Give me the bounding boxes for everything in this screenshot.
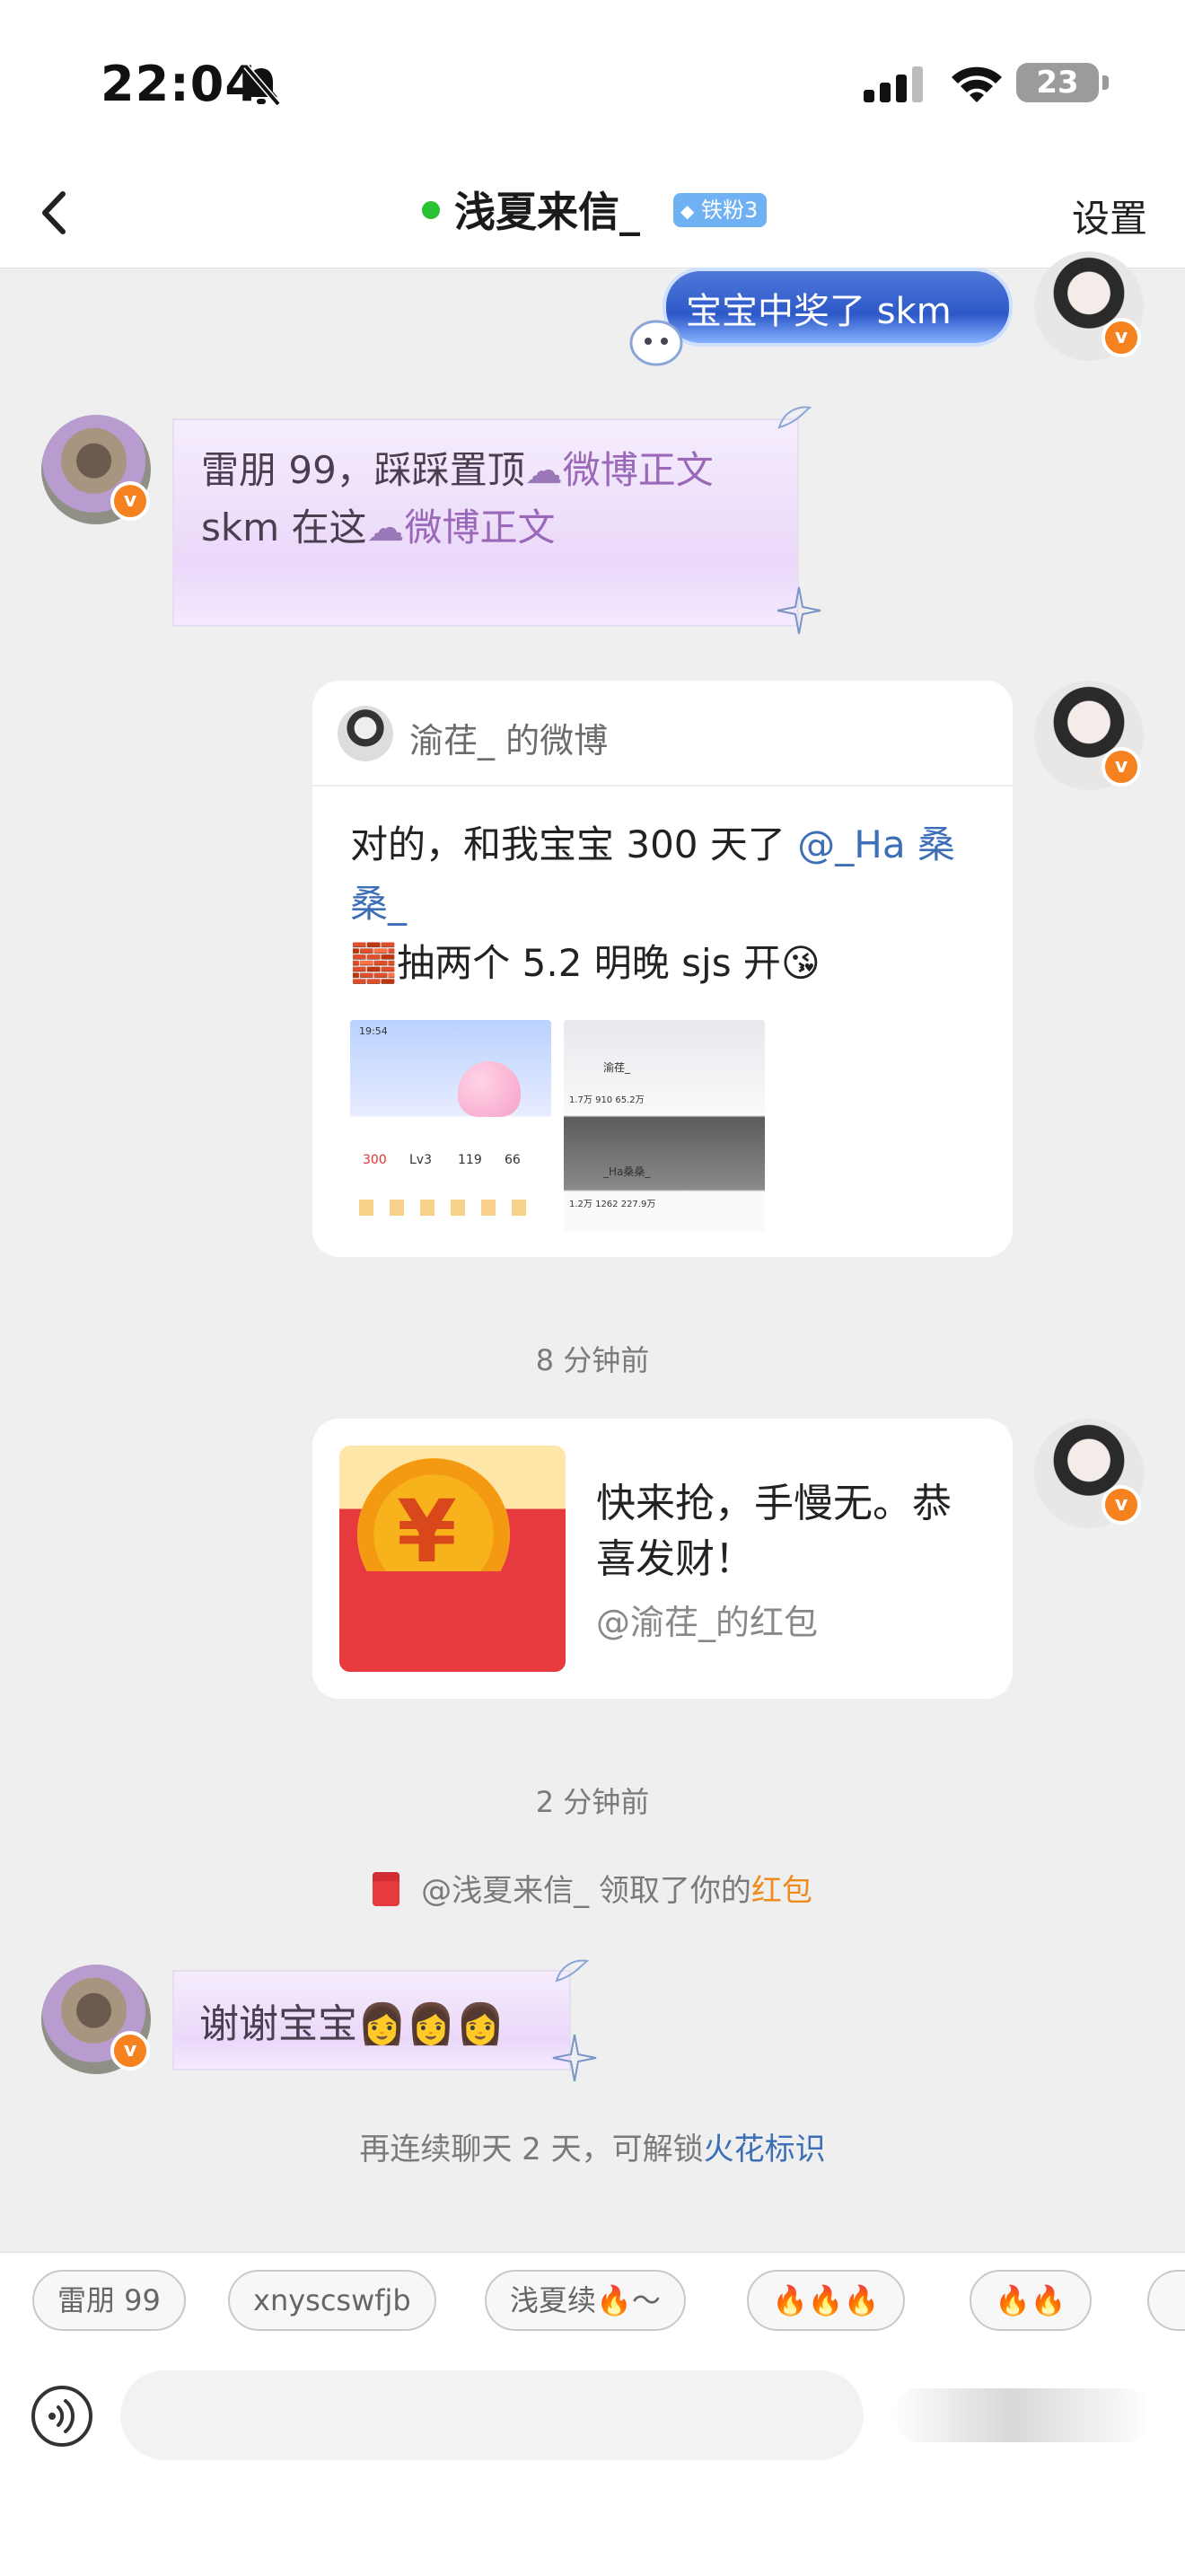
weibo-share-card[interactable]: 渝荏_ 的微博 对的，和我宝宝 300 天了 @_Ha 桑桑_ 🧱抽两个 5.2… <box>312 681 1013 1257</box>
status-time: 22:04 <box>101 56 259 112</box>
sparkle-sticker-icon <box>777 586 821 635</box>
weibo-post-link[interactable]: 微博正文 <box>563 448 714 492</box>
girl-emoji-icon: 👩 <box>406 2001 456 2047</box>
contact-name[interactable]: 浅夏来信_ <box>454 180 640 239</box>
message-input[interactable] <box>120 2370 864 2460</box>
angel-wing-sticker-icon <box>555 1959 589 1983</box>
sent-message-text: 宝宝中奖了 skm <box>686 291 952 332</box>
red-packet-card[interactable]: ¥ 快来抢，手慢无。恭喜发财！ @渝荏_的红包 <box>312 1419 1013 1699</box>
diamond-icon: ◆ <box>680 200 695 222</box>
message-text: 雷朋 99，踩踩置顶 <box>201 448 525 492</box>
wifi-icon <box>952 66 1002 102</box>
cellular-signal-icon <box>864 66 923 102</box>
brick-emoji-icon: 🧱 <box>350 941 398 985</box>
thumb-stats: 1.7万 910 65.2万 <box>569 1095 645 1105</box>
verified-badge: v <box>1102 747 1141 787</box>
red-packet-notice: @浅夏来信_ 领取了你的红包 <box>0 1866 1185 1910</box>
sent-message-bubble[interactable]: 宝宝中奖了 skm <box>666 271 1009 343</box>
message-line: 雷朋 99，踩踩置顶☁微博正文 <box>201 440 714 495</box>
verified-badge: v <box>110 481 150 521</box>
thumb-name: 渝荏_ <box>603 1061 631 1074</box>
thumb-stats: 1.2万 1262 227.9万 <box>569 1200 656 1209</box>
kiss-emoji-icon: 😘 <box>780 941 821 985</box>
thumb-name: _Ha桑桑_ <box>603 1165 651 1178</box>
thumb-time: 19:54 <box>359 1025 388 1037</box>
quick-reply-chip[interactable]: 雷朋 99 <box>32 2270 186 2331</box>
received-message-bubble[interactable]: 谢谢宝宝👩👩👩 <box>172 1970 571 2070</box>
red-envelope-small-icon <box>373 1872 400 1906</box>
red-packet-sender: @渝荏_的红包 <box>596 1603 819 1642</box>
quick-reply-chip[interactable]: xnyscswfjb <box>228 2270 436 2331</box>
battery-tip <box>1102 75 1109 90</box>
card-divider <box>312 785 1013 787</box>
girl-emoji-icon: 👩 <box>357 2001 407 2047</box>
message-line: 谢谢宝宝👩👩👩 <box>199 1991 505 2049</box>
quick-reply-chip[interactable]: 🔥🔥 <box>970 2270 1092 2331</box>
weibo-text-line: 🧱抽两个 5.2 明晚 sjs 开😘 <box>350 934 821 993</box>
thumb-icon-row <box>359 1200 542 1216</box>
fan-level-badge: ◆ 铁粉3 <box>673 193 768 227</box>
quick-reply-chip[interactable]: 🔥🔥🔥 <box>747 2270 905 2331</box>
spark-hint-text: 再连续聊天 2 天，可解锁 <box>359 2132 704 2167</box>
verified-badge: v <box>1102 1485 1141 1525</box>
chevron-left-icon[interactable] <box>23 180 90 246</box>
angel-wing-sticker-icon <box>777 406 812 429</box>
weibo-text-main: 对的，和我宝宝 300 天了 <box>350 822 786 866</box>
ghost-sticker-icon <box>629 320 683 366</box>
cloud-link-icon: ☁ <box>524 448 563 492</box>
bell-slash-icon <box>243 64 281 107</box>
thumb-stat: 119 <box>458 1153 482 1167</box>
sparkle-sticker-icon <box>552 2034 597 2082</box>
message-text: skm 在这 <box>201 506 367 549</box>
timestamp: 8 分钟前 <box>535 1343 650 1377</box>
online-status-dot <box>422 201 440 219</box>
red-packet-link[interactable]: 红包 <box>751 1873 812 1909</box>
received-message-bubble[interactable]: 雷朋 99，踩踩置顶☁微博正文 skm 在这☁微博正文 <box>172 418 799 627</box>
red-envelope-icon: ¥ <box>339 1446 566 1672</box>
girl-emoji-icon: 👩 <box>455 2001 505 2047</box>
notice-text: @浅夏来信_ 领取了你的 <box>421 1873 751 1909</box>
cloud-link-icon: ☁ <box>366 506 405 549</box>
spark-hint: 再连续聊天 2 天，可解锁火花标识 <box>0 2124 1185 2168</box>
author-avatar <box>338 706 393 761</box>
verified-badge: v <box>110 2031 150 2070</box>
red-packet-title: 快来抢，手慢无。恭喜发财！ <box>596 1481 952 1582</box>
weibo-post-link[interactable]: 微博正文 <box>404 506 555 549</box>
thumb-stat: 66 <box>505 1153 521 1167</box>
yuan-symbol: ¥ <box>397 1481 457 1582</box>
red-envelope-body <box>339 1571 566 1672</box>
thumb-level: Lv3 <box>409 1153 432 1167</box>
weibo-image-thumbnail[interactable]: 渝荏_ 1.7万 910 65.2万 _Ha桑桑_ 1.2万 1262 227.… <box>564 1020 765 1232</box>
weibo-text: 对的，和我宝宝 300 天了 @_Ha 桑桑_ <box>350 815 979 934</box>
heart-graphic-icon <box>458 1061 521 1117</box>
weibo-text-second: 抽两个 5.2 明晚 sjs 开 <box>397 941 781 985</box>
thumb-number: 300 <box>363 1153 387 1167</box>
message-text: 谢谢宝宝 <box>199 2001 357 2047</box>
verified-badge: v <box>1102 318 1141 357</box>
spark-badge-link[interactable]: 火花标识 <box>704 2132 826 2167</box>
settings-button[interactable]: 设置 <box>1072 189 1147 243</box>
battery-level: 23 <box>1016 63 1099 102</box>
fan-level-label: 铁粉3 <box>701 198 759 223</box>
voice-icon[interactable] <box>29 2383 95 2449</box>
weibo-author[interactable]: 渝荏_ 的微博 <box>409 713 608 762</box>
message-line: skm 在这☁微博正文 <box>201 497 555 552</box>
emoji-keyboard-icon[interactable] <box>892 2388 1153 2442</box>
quick-reply-chip[interactable]: 浅夏续🔥～ <box>485 2270 686 2331</box>
timestamp: 2 分钟前 <box>535 1785 650 1819</box>
weibo-image-thumbnail[interactable]: 19:54 300 Lv3 119 66 <box>350 1020 551 1232</box>
